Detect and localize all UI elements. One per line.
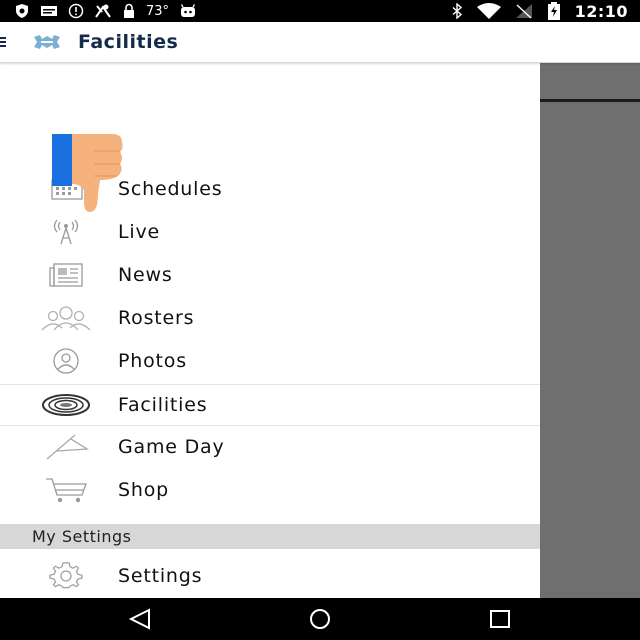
bluetooth-icon (451, 3, 463, 19)
drawer-item-label: Photos (118, 350, 187, 372)
hamburger-icon[interactable] (0, 22, 10, 62)
battery-icon (547, 2, 561, 20)
drawer-item-live[interactable]: Live (0, 212, 540, 252)
stadium-icon (38, 388, 94, 422)
drawer-item-label: Rosters (118, 307, 195, 329)
lock-icon (122, 3, 136, 19)
newspaper-icon (38, 258, 94, 292)
drawer-item-game-day[interactable]: Game Day (0, 427, 540, 467)
back-icon[interactable] (110, 598, 170, 640)
message-icon (40, 4, 58, 18)
clock-text: 12:10 (574, 1, 628, 21)
content-ghost (540, 563, 544, 574)
content-divider (540, 99, 640, 102)
antenna-icon (38, 215, 94, 249)
page-title: Facilities (78, 31, 179, 53)
drawer-item-label: Live (118, 221, 160, 243)
drawer-item-rosters[interactable]: Rosters (0, 298, 540, 338)
unc-logo-icon[interactable] (32, 32, 62, 52)
sports-icon (94, 3, 112, 19)
status-system: 12:10 (451, 0, 640, 22)
drawer-item-shop[interactable]: Shop (0, 470, 540, 510)
shield-icon (14, 3, 30, 19)
cart-icon (38, 473, 94, 507)
recents-icon[interactable] (470, 598, 530, 640)
person-circle-icon (38, 344, 94, 378)
temperature-text: 73° (146, 3, 170, 19)
drawer-item-facilities[interactable]: Facilities (0, 384, 540, 426)
app-bar: Facilities (0, 22, 640, 63)
signal-icon (515, 3, 533, 19)
drawer-item-photos[interactable]: Photos (0, 341, 540, 381)
drawer-item-label: Schedules (118, 178, 223, 200)
drawer-item-label: News (118, 264, 173, 286)
section-header-label: My Settings (32, 527, 132, 546)
thumbs-down-icon (50, 132, 126, 214)
wifi-icon (476, 3, 501, 19)
home-icon[interactable] (290, 598, 350, 640)
drawer-item-label: Shop (118, 479, 169, 501)
drawer-item-label: Facilities (118, 394, 208, 416)
status-bar: 73° 12:10 (0, 0, 640, 22)
gear-icon (38, 559, 94, 593)
android-icon (179, 4, 197, 18)
drawer-item-settings[interactable]: Settings (0, 556, 540, 596)
status-notifications: 73° (0, 0, 197, 22)
drawer-item-label: Game Day (118, 436, 225, 458)
alert-icon (68, 3, 84, 19)
section-header-my-settings: My Settings (0, 524, 540, 549)
pennant-icon (38, 430, 94, 464)
system-nav-bar (0, 598, 640, 640)
content-scrim[interactable] (540, 63, 640, 598)
screen: 73° 12:10 Facilities Schedules Live News… (0, 0, 640, 640)
drawer-item-label: Settings (118, 565, 203, 587)
people-icon (38, 301, 94, 335)
drawer-item-news[interactable]: News (0, 255, 540, 295)
